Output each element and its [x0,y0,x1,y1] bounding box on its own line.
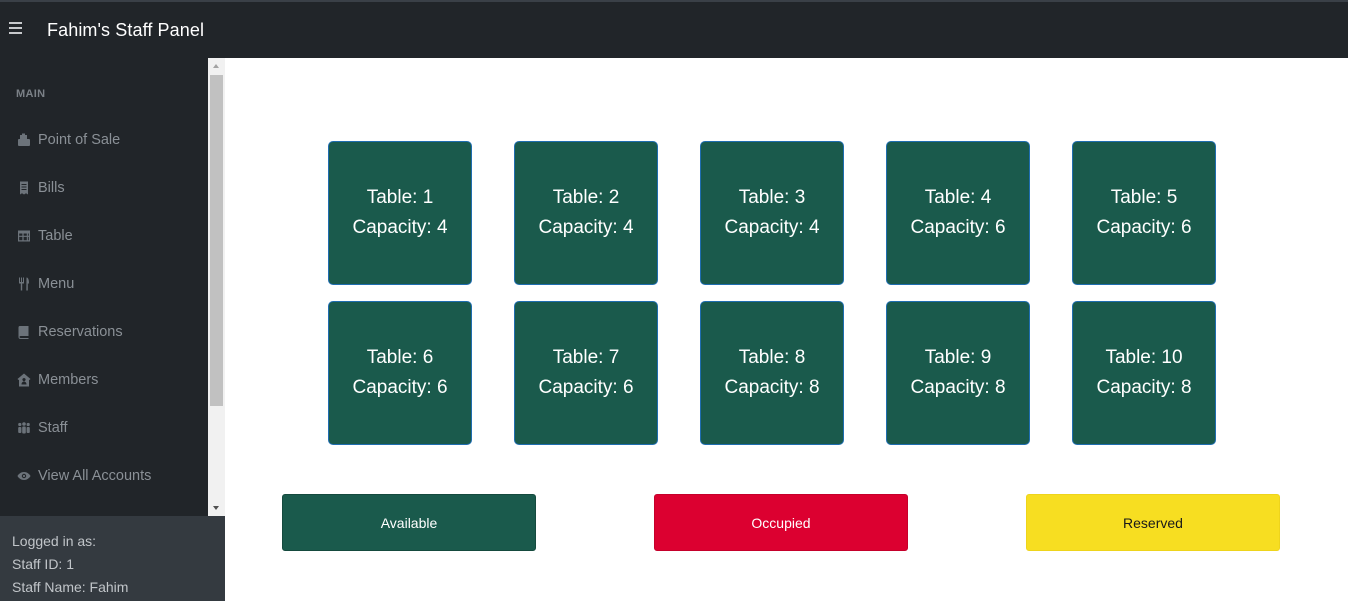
book-icon [16,325,32,339]
table-number: Table: 6 [366,347,434,368]
table-card-9[interactable]: Table: 9 Capacity: 8 [886,301,1030,445]
utensils-icon [16,277,32,291]
sidebar-item-view-all-accounts[interactable]: View All Accounts [16,464,151,488]
sidebar: MAIN Point of Sale Bills Table Menu Rese… [0,58,225,601]
sidebar-section-heading: MAIN [16,88,46,100]
table-card-10[interactable]: Table: 10 Capacity: 8 [1072,301,1216,445]
table-grid-icon [16,229,32,243]
cash-register-icon [16,133,32,147]
sidebar-nav: MAIN Point of Sale Bills Table Menu Rese… [0,58,208,516]
table-card-1[interactable]: Table: 1 Capacity: 4 [328,141,472,285]
logged-in-label: Logged in as: [12,533,97,549]
table-number: Table: 9 [924,347,992,368]
sidebar-scrollbar[interactable] [208,58,225,516]
table-number: Table: 3 [738,187,806,208]
sidebar-item-bills[interactable]: Bills [16,176,65,200]
table-card-2[interactable]: Table: 2 Capacity: 4 [514,141,658,285]
sidebar-item-table[interactable]: Table [16,224,73,248]
table-capacity: Capacity: 4 [724,217,820,238]
sidebar-item-menu[interactable]: Menu [16,272,74,296]
table-capacity: Capacity: 4 [352,217,448,238]
table-number: Table: 4 [924,187,992,208]
table-number: Table: 7 [552,347,620,368]
scroll-up-arrow-icon[interactable] [208,58,225,75]
table-number: Table: 10 [1105,347,1183,368]
table-card-5[interactable]: Table: 5 Capacity: 6 [1072,141,1216,285]
table-card-4[interactable]: Table: 4 Capacity: 6 [886,141,1030,285]
receipt-icon [16,181,32,195]
sidebar-item-label: Reservations [38,324,123,340]
table-capacity: Capacity: 8 [910,377,1006,398]
legend-reserved-button[interactable]: Reserved [1026,494,1280,551]
legend-occupied-button[interactable]: Occupied [654,494,908,551]
table-capacity: Capacity: 6 [1096,217,1192,238]
scroll-down-arrow-icon[interactable] [208,499,225,516]
sidebar-item-reservations[interactable]: Reservations [16,320,123,344]
eye-icon [16,469,32,483]
sidebar-footer: Logged in as: Staff ID: 1 Staff Name: Fa… [0,516,225,601]
table-number: Table: 1 [366,187,434,208]
table-capacity: Capacity: 8 [724,377,820,398]
table-card-3[interactable]: Table: 3 Capacity: 4 [700,141,844,285]
sidebar-item-label: View All Accounts [38,468,152,484]
table-card-8[interactable]: Table: 8 Capacity: 8 [700,301,844,445]
table-capacity: Capacity: 6 [352,377,448,398]
legend-available-button[interactable]: Available [282,494,536,551]
table-card-6[interactable]: Table: 6 Capacity: 6 [328,301,472,445]
sidebar-item-staff[interactable]: Staff [16,416,68,440]
scrollbar-thumb[interactable] [210,75,223,406]
staff-name: Staff Name: Fahim [12,579,129,595]
table-capacity: Capacity: 4 [538,217,634,238]
table-capacity: Capacity: 8 [1096,377,1192,398]
sidebar-item-label: Staff [38,420,68,436]
staff-id: Staff ID: 1 [12,556,74,572]
sidebar-item-point-of-sale[interactable]: Point of Sale [16,128,120,152]
house-user-icon [16,373,32,387]
sidebar-item-label: Members [38,372,99,388]
people-group-icon [16,421,32,435]
sidebar-item-label: Bills [38,180,65,196]
table-capacity: Capacity: 6 [538,377,634,398]
table-number: Table: 5 [1110,187,1178,208]
table-card-7[interactable]: Table: 7 Capacity: 6 [514,301,658,445]
sidebar-item-label: Point of Sale [38,132,121,148]
table-capacity: Capacity: 6 [910,217,1006,238]
table-number: Table: 2 [552,187,620,208]
brand-title[interactable]: Fahim's Staff Panel [47,20,204,41]
main-content: Table: 1 Capacity: 4 Table: 2 Capacity: … [225,58,1348,601]
sidebar-item-members[interactable]: Members [16,368,98,392]
table-number: Table: 8 [738,347,806,368]
sidebar-item-label: Menu [38,276,75,292]
top-navbar: Fahim's Staff Panel [0,0,1348,58]
hamburger-menu-icon[interactable] [9,22,22,34]
sidebar-item-label: Table [38,228,73,244]
